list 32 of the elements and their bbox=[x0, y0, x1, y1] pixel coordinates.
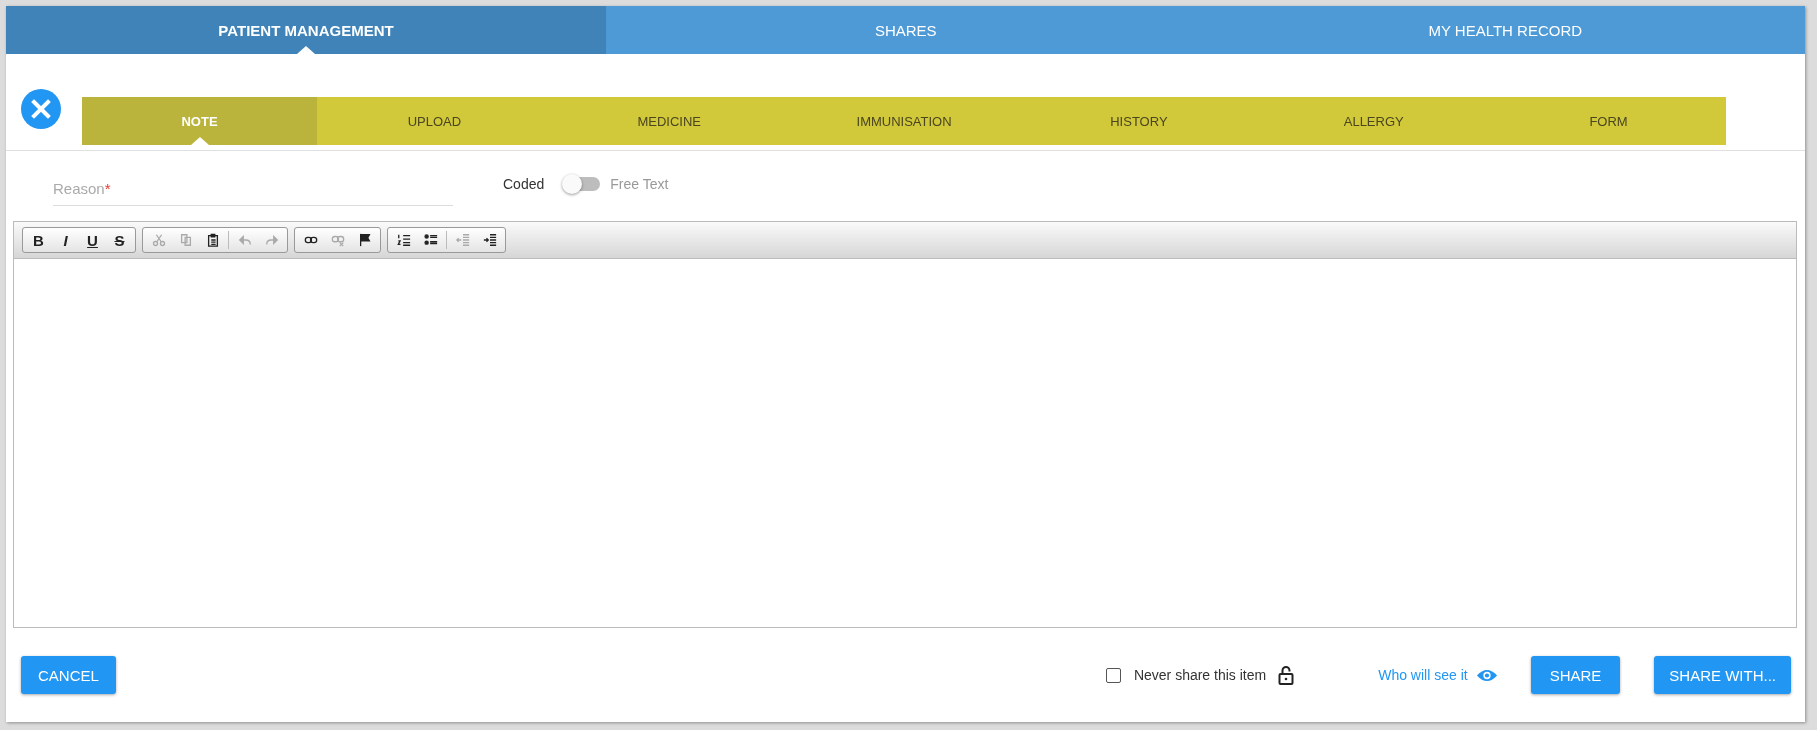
main-tab[interactable]: PATIENT MANAGEMENT bbox=[6, 6, 606, 54]
bold-button[interactable]: B bbox=[25, 229, 52, 251]
italic-button[interactable]: I bbox=[52, 229, 79, 251]
main-tab[interactable]: MY HEALTH RECORD bbox=[1205, 6, 1805, 54]
clipboard-icon[interactable] bbox=[205, 233, 220, 247]
never-share-checkbox[interactable] bbox=[1105, 667, 1121, 683]
mode-toggle[interactable] bbox=[564, 177, 601, 191]
close-icon[interactable] bbox=[21, 89, 61, 129]
reason-field[interactable]: Reason* bbox=[53, 174, 453, 206]
sub-tab[interactable]: MEDICINE bbox=[551, 97, 787, 145]
free-text-label: Free Text bbox=[610, 176, 669, 192]
underline-button[interactable]: U bbox=[79, 229, 106, 251]
sub-tab[interactable]: IMMUNISATION bbox=[786, 97, 1022, 145]
sub-tab[interactable]: ALLERGY bbox=[1256, 97, 1492, 145]
cancel-button[interactable]: CANCEL bbox=[21, 656, 116, 694]
unlocked-padlock-icon bbox=[1278, 665, 1295, 685]
never-share-label: Never share this item bbox=[1133, 667, 1267, 683]
flag-icon[interactable] bbox=[357, 233, 372, 247]
main-tab[interactable]: SHARES bbox=[606, 6, 1206, 54]
indent-icon[interactable] bbox=[482, 233, 497, 247]
who-will-see-it-link[interactable]: Who will see it bbox=[1378, 667, 1468, 683]
share-button[interactable]: SHARE bbox=[1530, 656, 1621, 694]
strike-button[interactable]: S bbox=[106, 229, 133, 251]
sub-tab[interactable]: FORM bbox=[1491, 97, 1726, 145]
coded-label: Coded bbox=[503, 176, 545, 192]
text-editor[interactable]: B I U S bbox=[13, 221, 1797, 628]
sub-tab[interactable]: UPLOAD bbox=[317, 97, 552, 145]
sub-tab[interactable]: HISTORY bbox=[1021, 97, 1257, 145]
bullet-list-icon[interactable] bbox=[423, 233, 438, 247]
numbered-list-icon[interactable] bbox=[396, 233, 411, 247]
eye-icon[interactable] bbox=[1475, 667, 1498, 683]
share-with-button[interactable]: SHARE WITH... bbox=[1654, 656, 1791, 694]
